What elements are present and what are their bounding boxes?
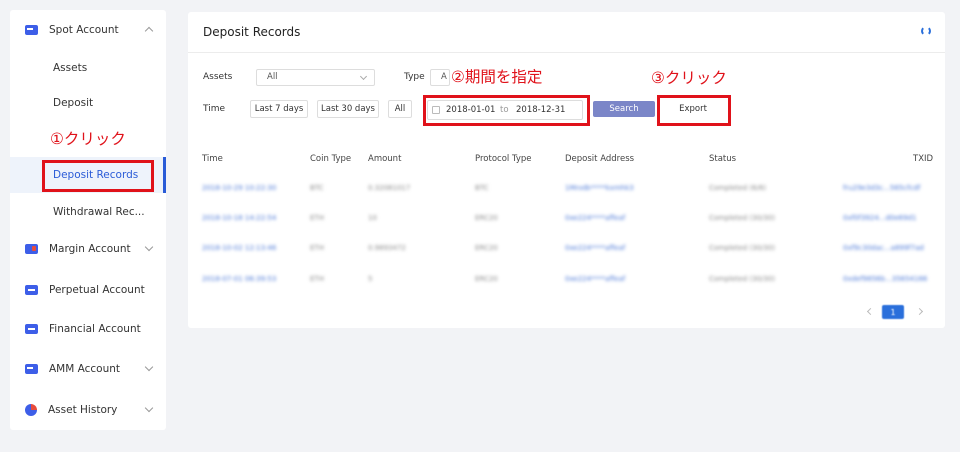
- last-30-days-button[interactable]: Last 30 days: [317, 100, 379, 118]
- column-header-status: Status: [709, 154, 737, 164]
- sidebar-item-amm-account[interactable]: AMM Account: [10, 351, 166, 387]
- page-title: Deposit Records: [203, 25, 301, 39]
- row-status: Completed (30/30): [709, 244, 776, 252]
- annotation-step1: ①クリック: [50, 130, 126, 148]
- sidebar-item-assets[interactable]: Assets: [10, 50, 166, 86]
- column-header-deposit-address: Deposit Address: [565, 154, 635, 164]
- chevron-right-icon[interactable]: [915, 307, 924, 316]
- row-deposit-address[interactable]: 0xe224****affeaf: [565, 244, 625, 252]
- row-coin-type: ETH: [310, 214, 324, 222]
- sidebar-item-withdrawal-records[interactable]: Withdrawal Rec...: [10, 194, 166, 230]
- column-header-amount: Amount: [368, 154, 402, 164]
- row-txid[interactable]: 0xf9c30dac...a899f7ad: [843, 244, 924, 252]
- row-protocol-type: ERC20: [475, 275, 498, 283]
- sidebar-item-perpetual-account[interactable]: Perpetual Account: [10, 272, 166, 308]
- row-protocol-type: ERC20: [475, 244, 498, 252]
- column-header-protocol-type: Protocol Type: [475, 154, 532, 164]
- margin-account-icon: [25, 244, 38, 254]
- sidebar-item-label: Margin Account: [49, 243, 131, 255]
- amm-account-icon: [25, 364, 38, 374]
- type-label: Type: [404, 72, 425, 82]
- refresh-icon[interactable]: [921, 26, 931, 36]
- type-select-value: A: [441, 72, 447, 82]
- chevron-down-icon: [144, 242, 154, 252]
- column-header-coin-type: Coin Type: [310, 154, 352, 164]
- row-txid[interactable]: fru29e3d3c...565cfcdf: [843, 184, 920, 192]
- row-protocol-type: BTC: [475, 184, 489, 192]
- time-label: Time: [203, 104, 226, 114]
- financial-account-icon: [25, 324, 38, 334]
- row-deposit-address[interactable]: 0xe224****affeaf: [565, 275, 625, 283]
- annotation-step3: ③クリック: [651, 69, 727, 87]
- assets-select[interactable]: All: [256, 69, 375, 86]
- pagination-current-page[interactable]: 1: [882, 305, 904, 319]
- sidebar-item-label: Spot Account: [49, 24, 119, 36]
- highlight-box-deposit-records: [42, 160, 154, 192]
- chevron-up-icon: [144, 26, 154, 36]
- sidebar-item-label: Asset History: [48, 404, 118, 416]
- search-button[interactable]: Search: [593, 101, 655, 117]
- chevron-down-icon: [359, 72, 368, 81]
- spot-account-icon: [25, 25, 38, 35]
- sidebar-item-label: Perpetual Account: [49, 284, 145, 296]
- column-header-txid: TXID: [913, 154, 934, 164]
- row-status: Completed (6/6): [709, 184, 767, 192]
- row-protocol-type: ERC20: [475, 214, 498, 222]
- divider: [188, 52, 945, 53]
- chevron-down-icon: [144, 403, 154, 413]
- row-amount: 0.9893472: [368, 244, 406, 252]
- sidebar-item-spot-account[interactable]: Spot Account: [10, 12, 166, 48]
- row-coin-type: ETH: [310, 244, 324, 252]
- row-time[interactable]: 2018-07-01 06:39:53: [202, 275, 276, 283]
- asset-history-icon: [25, 404, 37, 416]
- row-deposit-address[interactable]: 1MnxBr****kxmhk3: [565, 184, 634, 192]
- sidebar: Spot Account Assets Deposit Deposit Reco…: [10, 10, 166, 430]
- assets-label: Assets: [203, 72, 233, 82]
- assets-select-value: All: [267, 72, 278, 82]
- perpetual-account-icon: [25, 285, 38, 295]
- all-time-button[interactable]: All: [388, 100, 412, 118]
- last-7-days-button[interactable]: Last 7 days: [250, 100, 308, 118]
- row-amount: 5: [368, 275, 373, 283]
- row-amount: 0.32081017: [368, 184, 411, 192]
- column-header-time: Time: [202, 154, 223, 164]
- type-select[interactable]: A: [430, 69, 450, 86]
- highlight-box-export: [657, 95, 731, 126]
- row-amount: 10: [368, 214, 377, 222]
- sidebar-item-asset-history[interactable]: Asset History: [10, 392, 166, 428]
- sidebar-item-label: Financial Account: [49, 323, 141, 335]
- highlight-box-date-range: [423, 95, 590, 126]
- sidebar-item-deposit[interactable]: Deposit: [10, 85, 166, 121]
- chevron-left-icon[interactable]: [866, 307, 875, 316]
- annotation-step2: ②期間を指定: [451, 68, 543, 86]
- row-deposit-address[interactable]: 0xe224****affeaf: [565, 214, 625, 222]
- row-txid[interactable]: 0xdef9856b...35654166: [843, 275, 927, 283]
- sidebar-item-label: AMM Account: [49, 363, 121, 375]
- row-status: Completed (30/30): [709, 275, 776, 283]
- row-time[interactable]: 2018-10-02 12:13:46: [202, 244, 276, 252]
- chevron-down-icon: [144, 362, 154, 372]
- deposit-records-panel: Deposit Records Assets All Type A Time L…: [188, 12, 945, 328]
- row-time[interactable]: 2018-10-29 10:22:30: [202, 184, 276, 192]
- row-txid[interactable]: 0xf0f3924...d0e69d1: [843, 214, 916, 222]
- sidebar-item-margin-account[interactable]: Margin Account: [10, 231, 166, 267]
- row-coin-type: ETH: [310, 275, 324, 283]
- row-time[interactable]: 2018-10-18 14:22:54: [202, 214, 276, 222]
- row-coin-type: BTC: [310, 184, 324, 192]
- sidebar-item-financial-account[interactable]: Financial Account: [10, 311, 166, 347]
- row-status: Completed (30/30): [709, 214, 776, 222]
